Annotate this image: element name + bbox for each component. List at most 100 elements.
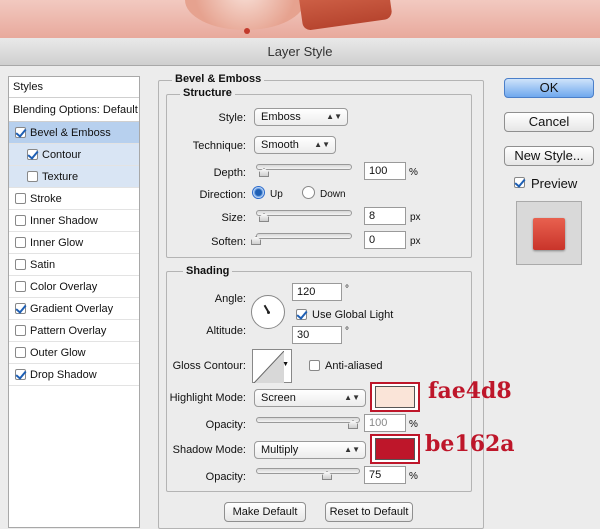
- shadow-opacity-slider[interactable]: [256, 468, 360, 474]
- style-item-checkbox[interactable]: [15, 369, 26, 380]
- preview-swatch: [533, 218, 565, 250]
- altitude-unit: °: [345, 326, 349, 337]
- size-slider[interactable]: [256, 210, 352, 216]
- style-item-checkbox[interactable]: [27, 149, 38, 160]
- style-item-label: Pattern Overlay: [30, 324, 107, 337]
- window-title: Layer Style: [0, 38, 600, 66]
- highlight-opacity-slider[interactable]: [256, 417, 360, 423]
- style-item-checkbox[interactable]: [15, 347, 26, 358]
- contour-curve-icon: [254, 351, 284, 383]
- style-item-label: Inner Shadow: [30, 214, 98, 227]
- shadow-mode-label: Shadow Mode:: [172, 444, 246, 456]
- style-item[interactable]: Inner Glow: [9, 232, 139, 254]
- style-item[interactable]: Drop Shadow: [9, 364, 139, 386]
- style-item-checkbox[interactable]: [15, 193, 26, 204]
- highlight-opacity-label: Opacity:: [205, 419, 246, 431]
- contour-dropdown-arrow-icon: ▼: [282, 361, 289, 368]
- depth-slider[interactable]: [256, 164, 352, 170]
- shadow-opacity-unit: %: [409, 471, 418, 482]
- technique-select-value: Smooth: [261, 139, 299, 151]
- shadow-opacity-input[interactable]: 75: [364, 466, 406, 484]
- direction-label: Direction:: [199, 189, 246, 201]
- shadow-color-swatch[interactable]: [375, 438, 415, 460]
- preview-thumbnail: [516, 201, 582, 265]
- cancel-button[interactable]: Cancel: [504, 112, 594, 132]
- size-label: Size:: [221, 212, 246, 224]
- style-item-checkbox[interactable]: [15, 215, 26, 226]
- shadow-opacity-label: Opacity:: [205, 471, 246, 483]
- style-item-checkbox[interactable]: [15, 237, 26, 248]
- structure-title: Structure: [180, 87, 235, 99]
- updown-arrows-icon: ▲▼: [344, 393, 360, 402]
- direction-up-label: Up: [270, 189, 283, 200]
- style-item-label: Contour: [42, 148, 82, 161]
- style-item[interactable]: Stroke: [9, 188, 139, 210]
- style-item-checkbox[interactable]: [15, 325, 26, 336]
- angle-input[interactable]: 120: [292, 283, 342, 301]
- style-item-label: Stroke: [30, 192, 62, 205]
- style-item[interactable]: Texture: [9, 166, 139, 188]
- anti-aliased-checkbox[interactable]: [309, 360, 320, 371]
- style-item-label: Inner Glow: [30, 236, 84, 249]
- ok-button[interactable]: OK: [504, 78, 594, 98]
- highlight-mode-value: Screen: [261, 392, 296, 404]
- highlight-mode-select[interactable]: Screen ▲▼: [254, 389, 366, 407]
- altitude-label: Altitude:: [206, 325, 246, 337]
- depth-label: Depth:: [213, 167, 246, 179]
- close-dot-icon: [244, 28, 250, 34]
- direction-up-radio[interactable]: [252, 186, 265, 199]
- size-input[interactable]: 8: [364, 207, 406, 225]
- size-unit: px: [410, 212, 421, 223]
- shadow-mode-select[interactable]: Multiply ▲▼: [254, 441, 366, 459]
- style-item[interactable]: Satin: [9, 254, 139, 276]
- new-style-button[interactable]: New Style...: [504, 146, 594, 166]
- gloss-contour-picker[interactable]: ▼: [252, 349, 292, 383]
- reset-default-button[interactable]: Reset to Default: [325, 502, 413, 522]
- soften-input[interactable]: 0: [364, 231, 406, 249]
- style-item[interactable]: Color Overlay: [9, 276, 139, 298]
- blending-options[interactable]: Blending Options: Default: [9, 98, 139, 122]
- highlight-color-swatch[interactable]: [375, 386, 415, 408]
- highlight-opacity-unit: %: [409, 419, 418, 430]
- anti-aliased-label: Anti-aliased: [325, 360, 383, 372]
- global-light-label: Use Global Light: [312, 309, 394, 321]
- make-default-button[interactable]: Make Default: [224, 502, 306, 522]
- style-item[interactable]: Gradient Overlay: [9, 298, 139, 320]
- style-item-label: Satin: [30, 258, 56, 271]
- soften-label: Soften:: [211, 236, 246, 248]
- altitude-input[interactable]: 30: [292, 326, 342, 344]
- style-item-checkbox[interactable]: [15, 303, 26, 314]
- technique-select[interactable]: Smooth ▲▼: [254, 136, 336, 154]
- direction-down-label: Down: [320, 189, 346, 200]
- soften-unit: px: [410, 236, 421, 247]
- bevel-emboss-title: Bevel & Emboss: [172, 73, 265, 85]
- soften-slider[interactable]: [256, 233, 352, 239]
- style-item-checkbox[interactable]: [15, 281, 26, 292]
- style-item[interactable]: Pattern Overlay: [9, 320, 139, 342]
- style-item[interactable]: Bevel & Emboss: [9, 122, 139, 144]
- angle-dial[interactable]: [251, 295, 285, 329]
- style-item-checkbox[interactable]: [15, 127, 26, 138]
- shadow-mode-value: Multiply: [261, 444, 299, 456]
- style-select[interactable]: Emboss ▲▼: [254, 108, 348, 126]
- style-item-label: Texture: [42, 170, 79, 183]
- highlight-mode-label: Highlight Mode:: [169, 392, 246, 404]
- angle-unit: °: [345, 284, 349, 295]
- highlight-hex-annotation: fae4d8: [428, 378, 512, 404]
- style-item-label: Gradient Overlay: [30, 302, 114, 315]
- style-item[interactable]: Outer Glow: [9, 342, 139, 364]
- depth-input[interactable]: 100: [364, 162, 406, 180]
- style-item-checkbox[interactable]: [15, 259, 26, 270]
- style-item-checkbox[interactable]: [27, 171, 38, 182]
- artwork-preview-strip: [0, 0, 600, 38]
- style-item[interactable]: Inner Shadow: [9, 210, 139, 232]
- style-item-label: Outer Glow: [30, 346, 86, 359]
- styles-header[interactable]: Styles: [9, 77, 139, 98]
- direction-down-radio[interactable]: [302, 186, 315, 199]
- style-select-value: Emboss: [261, 111, 301, 123]
- depth-unit: %: [409, 167, 418, 178]
- highlight-opacity-input[interactable]: 100: [364, 414, 406, 432]
- style-item[interactable]: Contour: [9, 144, 139, 166]
- global-light-checkbox[interactable]: [296, 309, 307, 320]
- preview-checkbox[interactable]: [514, 177, 525, 188]
